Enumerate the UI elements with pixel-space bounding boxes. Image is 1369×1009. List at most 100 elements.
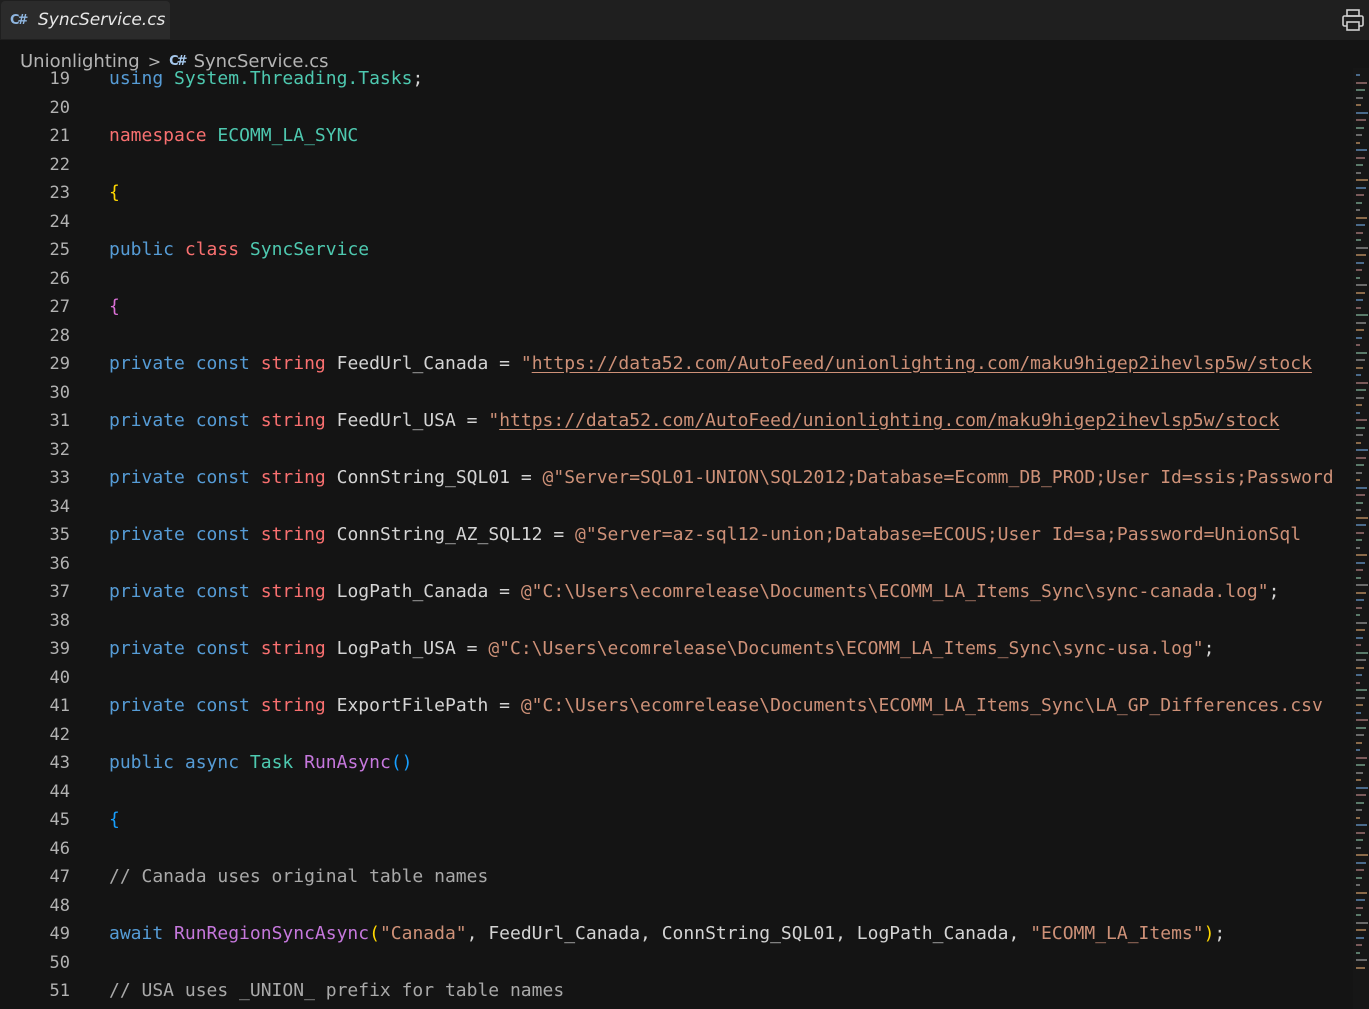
line-number: 29 <box>49 354 70 374</box>
code-token: = <box>455 410 489 431</box>
minimap-stroke <box>1356 359 1365 361</box>
code-line[interactable]: 39 private const string LogPath_USA = @"C… <box>0 635 1353 664</box>
minimap-stroke <box>1356 921 1368 924</box>
code-line[interactable]: 27 { <box>0 293 1353 322</box>
code-line[interactable]: 45 { <box>0 806 1353 835</box>
code-line[interactable]: 51 // USA uses _UNION_ prefix for table n… <box>0 977 1353 1006</box>
line-code: private const string LogPath_USA = @"C:\… <box>109 635 1214 664</box>
code-token: ExportFilePath <box>336 695 489 716</box>
line-number: 38 <box>49 610 70 631</box>
code-line[interactable]: 22 <box>0 151 1353 180</box>
minimap-stroke <box>1356 81 1367 84</box>
line-number: 50 <box>49 952 70 973</box>
minimap-stroke <box>1356 524 1366 526</box>
code-line[interactable]: 24 <box>0 208 1353 237</box>
minimap-stroke <box>1356 681 1360 684</box>
minimap-stroke <box>1356 816 1360 819</box>
minimap-stroke <box>1356 276 1360 279</box>
line-code: private const string ExportFilePath = @"… <box>109 692 1323 721</box>
line-code: { <box>109 293 120 322</box>
minimap-stroke <box>1356 846 1361 849</box>
line-code: using System.Threading.Tasks; <box>109 68 423 94</box>
minimap-stroke <box>1356 374 1361 376</box>
code-line[interactable]: 28 <box>0 322 1353 351</box>
code-line[interactable]: 40 <box>0 664 1353 693</box>
code-token: string <box>260 410 326 431</box>
code-line[interactable]: 50 <box>0 949 1353 978</box>
minimap-stroke <box>1356 381 1368 384</box>
code-line[interactable]: 29 private const string FeedUrl_Canada = … <box>0 350 1353 379</box>
line-number: 40 <box>49 667 70 688</box>
code-token: = <box>510 467 543 488</box>
code-line[interactable]: 43 public async Task RunAsync() <box>0 749 1353 778</box>
minimap-stroke <box>1356 464 1364 466</box>
tab-label: SyncService.cs <box>38 10 166 30</box>
code-line[interactable]: 26 <box>0 265 1353 294</box>
code-line[interactable]: 38 <box>0 607 1353 636</box>
minimap-stroke <box>1356 809 1362 811</box>
code-line[interactable]: 23 { <box>0 179 1353 208</box>
code-token: string <box>260 524 326 545</box>
minimap-stroke <box>1356 659 1366 661</box>
code-line[interactable]: 35 private const string ConnString_AZ_SQL… <box>0 521 1353 550</box>
minimap-stroke <box>1356 336 1362 339</box>
code-line[interactable]: 21 namespace ECOMM_LA_SYNC <box>0 122 1353 151</box>
code-line[interactable]: 37 private const string LogPath_Canada = … <box>0 578 1353 607</box>
csharp-file-icon: C# <box>169 53 187 69</box>
code-line[interactable]: 42 <box>0 721 1353 750</box>
minimap-stroke <box>1356 749 1360 751</box>
code-token: public <box>109 752 175 773</box>
minimap-stroke <box>1356 516 1368 519</box>
minimap-stroke <box>1356 74 1360 76</box>
code-line[interactable]: 34 <box>0 493 1353 522</box>
code-token: { <box>109 809 120 830</box>
code-line[interactable]: 48 <box>0 892 1353 921</box>
code-line[interactable]: 25 public class SyncService <box>0 236 1353 265</box>
code-token: () <box>390 752 413 773</box>
code-token: string <box>260 467 326 488</box>
minimap[interactable] <box>1353 68 1369 1009</box>
code-token: = <box>455 638 489 659</box>
code-line[interactable]: 30 <box>0 379 1353 408</box>
code-token: ECOMM_LA_SYNC <box>217 125 359 146</box>
code-editor[interactable]: 19 using System.Threading.Tasks; 20 21 names… <box>0 68 1353 1009</box>
code-token: class <box>184 239 240 260</box>
code-line[interactable]: 47 // Canada uses original table names <box>0 863 1353 892</box>
minimap-stroke <box>1356 509 1361 511</box>
code-token: string <box>260 581 326 602</box>
minimap-stroke <box>1356 96 1363 99</box>
code-token: private <box>109 467 185 488</box>
line-number: 46 <box>49 838 70 859</box>
code-line[interactable]: 41 private const string ExportFilePath = … <box>0 692 1353 721</box>
code-line[interactable]: 36 <box>0 550 1353 579</box>
code-token: ConnString_SQL01 <box>336 467 510 488</box>
printer-icon[interactable] <box>1341 8 1365 32</box>
minimap-stroke <box>1356 606 1362 609</box>
code-line[interactable]: 44 <box>0 778 1353 807</box>
code-line[interactable]: 20 <box>0 94 1353 123</box>
code-line[interactable]: 19 using System.Threading.Tasks; <box>0 68 1353 94</box>
minimap-stroke <box>1356 239 1361 241</box>
code-token: ; <box>1268 581 1280 602</box>
minimap-stroke <box>1356 869 1364 871</box>
minimap-stroke <box>1356 696 1365 699</box>
line-code: { <box>109 806 120 835</box>
code-token: private <box>109 410 185 431</box>
code-line[interactable]: 49 await RunRegionSyncAsync("Canada", Fee… <box>0 920 1353 949</box>
minimap-stroke <box>1356 899 1365 901</box>
code-line[interactable]: 32 <box>0 436 1353 465</box>
code-line[interactable]: 46 <box>0 835 1353 864</box>
tab-syncservice[interactable]: C# SyncService.cs <box>1 1 170 39</box>
code-line[interactable]: 33 private const string ConnString_SQL01 … <box>0 464 1353 493</box>
line-number: 20 <box>49 97 70 118</box>
minimap-stroke <box>1356 704 1363 706</box>
minimap-stroke <box>1356 269 1362 271</box>
code-line[interactable]: 31 private const string FeedUrl_USA = "ht… <box>0 407 1353 436</box>
code-token: @"C:\Users\ecomrelease\Documents\ECOMM_L… <box>520 695 1323 716</box>
line-number: 51 <box>49 981 70 1001</box>
minimap-stroke <box>1356 854 1368 856</box>
